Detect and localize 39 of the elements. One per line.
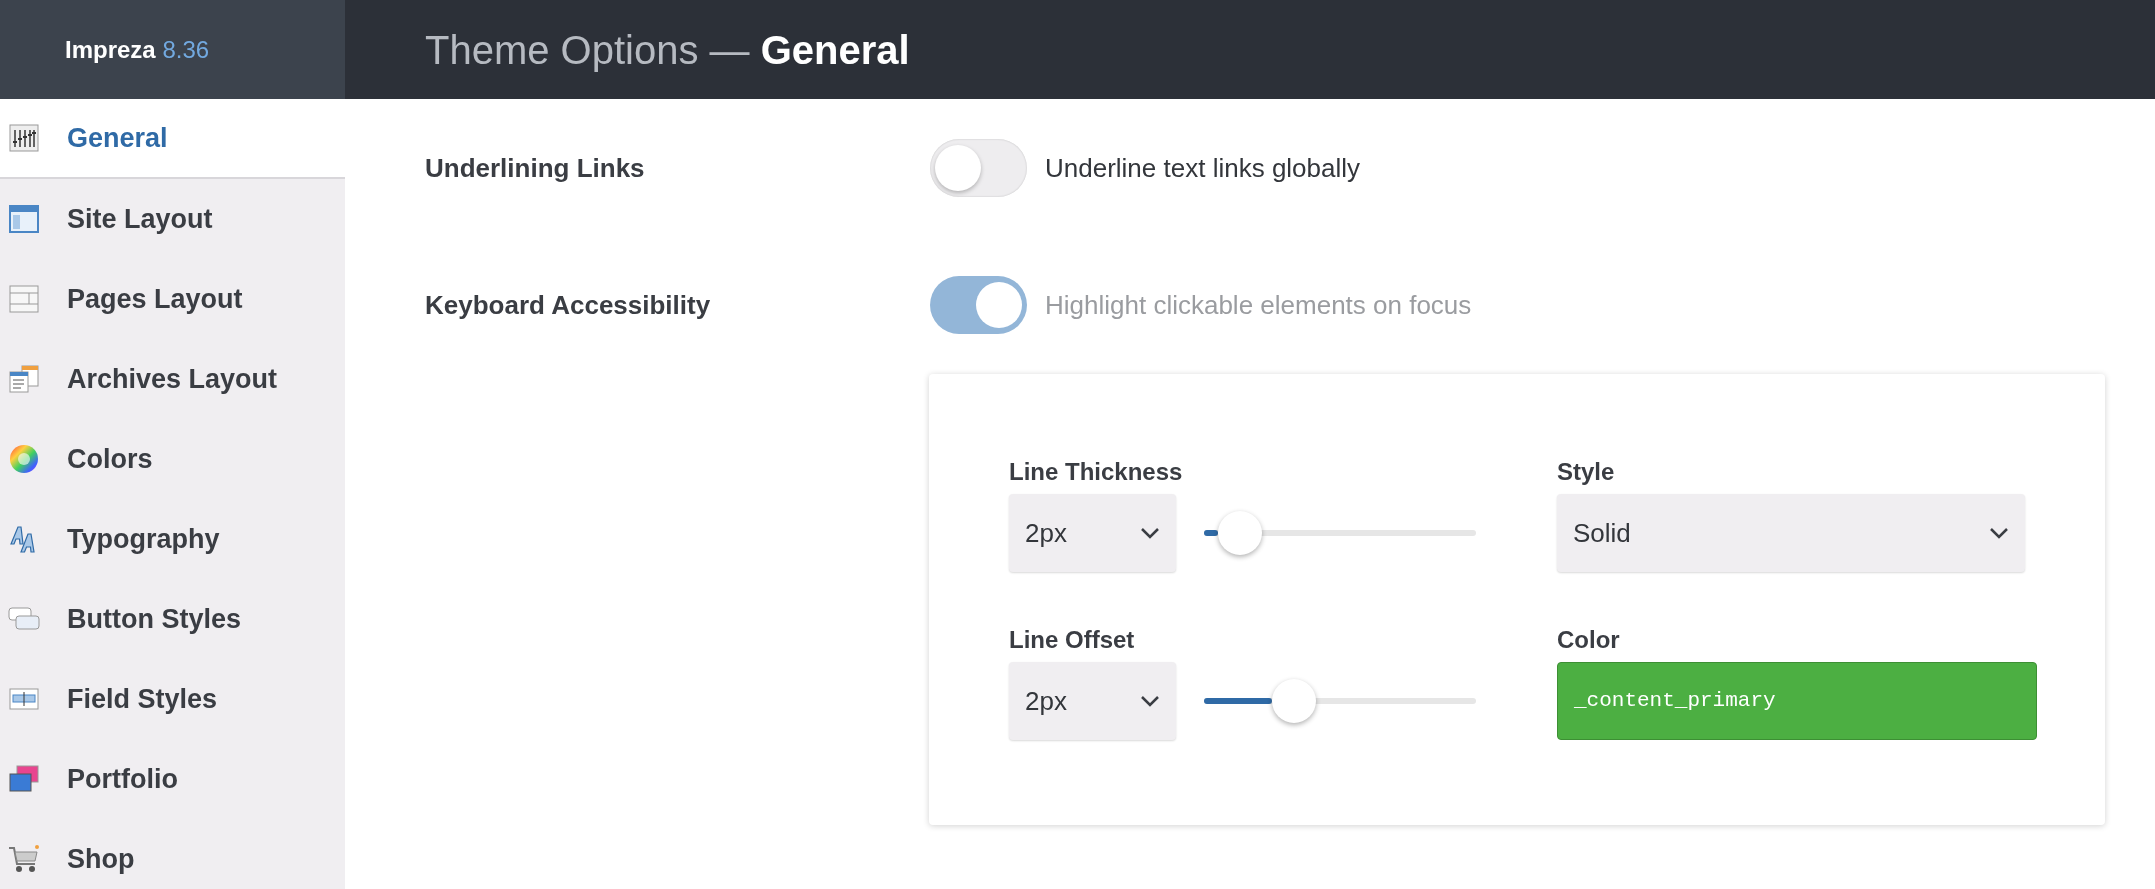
sidebar-item[interactable]: Colors (0, 419, 345, 499)
color-wheel-icon (9, 444, 39, 474)
page-title: Theme Options — General (425, 26, 910, 74)
slider-thumb[interactable] (1217, 511, 1262, 555)
chevron-down-icon (1140, 527, 1160, 539)
option-label: Underlining Links (424, 151, 646, 185)
option-label: Keyboard Accessibility (424, 288, 712, 322)
sidebar-item[interactable]: Pages Layout (0, 259, 345, 339)
sidebar-item[interactable]: Site Layout (0, 179, 345, 259)
sidebar-item[interactable]: Shop (0, 819, 345, 889)
setting-label: Style (1557, 457, 1616, 487)
slider[interactable] (1204, 679, 1476, 723)
equalizer-icon (9, 124, 39, 152)
brand-title: Impreza 8.36 (65, 34, 210, 65)
sidebar-item[interactable]: Button Styles (0, 579, 345, 659)
chevron-down-icon (1140, 695, 1160, 707)
sidebar-item[interactable]: Portfolio (0, 739, 345, 819)
sidebar-item[interactable]: Archives Layout (0, 339, 345, 419)
buttons-icon (8, 606, 40, 632)
shopping-cart-icon (8, 844, 40, 874)
option-description: Underline text links globally (1045, 151, 1361, 185)
slider[interactable] (1204, 511, 1476, 555)
setting-label: Line Offset (1009, 625, 1136, 655)
sidebar-item[interactable]: Field Styles (0, 659, 345, 739)
style-dropdown[interactable]: Solid (1557, 494, 2025, 572)
sidebar-item[interactable]: Typography (0, 499, 345, 579)
pictures-icon (9, 765, 39, 793)
documents-icon (9, 365, 39, 393)
chevron-down-icon (1989, 527, 2009, 539)
page-layout-icon (9, 285, 39, 313)
input-field-icon (9, 687, 39, 711)
setting-label: Line Thickness (1009, 457, 1184, 487)
size-dropdown[interactable]: 2px (1009, 662, 1176, 740)
slider-thumb[interactable] (1272, 679, 1316, 723)
option-description: Highlight clickable elements on focus (1045, 288, 1472, 322)
size-dropdown[interactable]: 2px (1009, 494, 1176, 572)
layout-icon (9, 205, 39, 233)
sidebar-item[interactable]: General (0, 99, 345, 179)
setting-label: Color (1557, 625, 1621, 655)
